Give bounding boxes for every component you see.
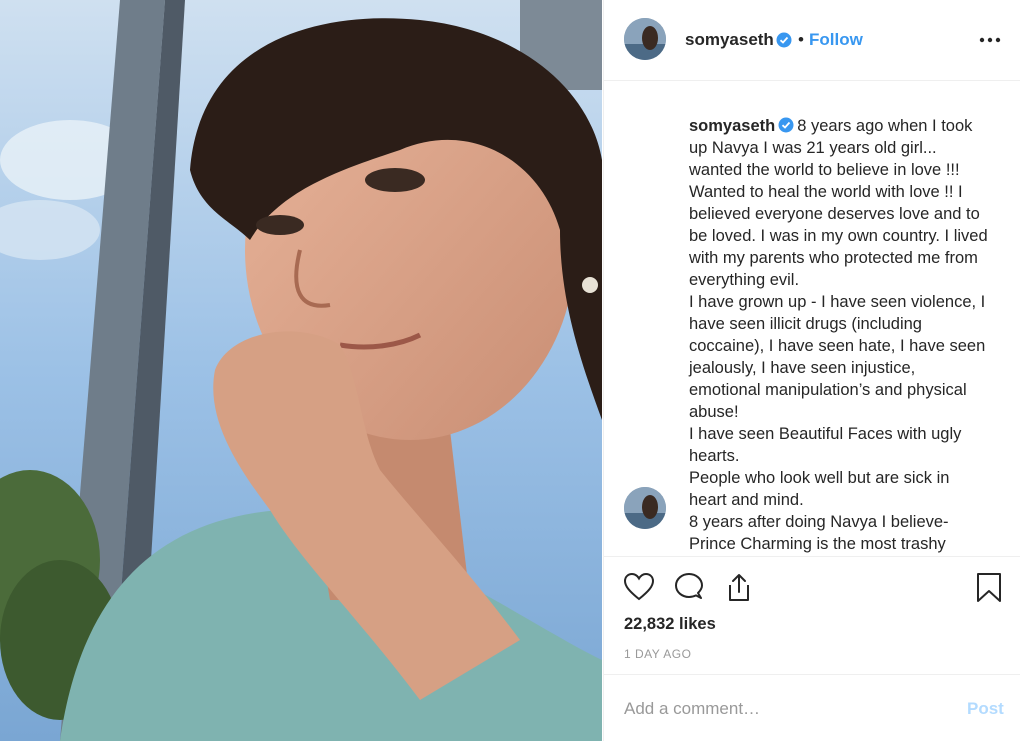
- author-username[interactable]: somyaseth: [685, 30, 774, 50]
- follow-button[interactable]: Follow: [809, 30, 863, 50]
- verified-badge-icon: [776, 32, 792, 48]
- caption-text: 8 years ago when I took up Navya I was 2…: [689, 117, 988, 553]
- heart-icon[interactable]: [623, 571, 655, 608]
- share-icon[interactable]: [723, 571, 755, 608]
- comment-input[interactable]: [624, 695, 944, 723]
- post-comment-button[interactable]: Post: [967, 699, 1004, 719]
- caption-username[interactable]: somyaseth: [689, 117, 775, 135]
- post-details-panel: somyaseth • Follow somyaseth 8 years ago …: [603, 0, 1020, 741]
- likes-count[interactable]: 22,832 likes: [624, 615, 716, 634]
- post-photo-illustration: [0, 0, 602, 741]
- post-header: somyaseth • Follow: [604, 0, 1020, 81]
- post-photo[interactable]: [0, 0, 602, 741]
- avatar-image: [624, 487, 666, 529]
- verified-badge-icon: [778, 117, 794, 133]
- avatar-image: [624, 18, 666, 60]
- more-options-icon[interactable]: [978, 28, 1002, 52]
- avatar[interactable]: [624, 18, 666, 60]
- post-timestamp: 1 DAY AGO: [624, 647, 692, 661]
- add-comment-section: Post: [604, 674, 1020, 743]
- avatar[interactable]: [624, 487, 666, 529]
- comment-icon[interactable]: [673, 571, 705, 608]
- separator-dot: •: [798, 30, 804, 49]
- bookmark-icon[interactable]: [974, 571, 1004, 608]
- comments-area[interactable]: somyaseth 8 years ago when I took up Navy…: [604, 81, 1020, 555]
- post-caption: somyaseth 8 years ago when I took up Navy…: [689, 115, 989, 555]
- post-actions: 22,832 likes 1 DAY AGO Post: [604, 556, 1020, 742]
